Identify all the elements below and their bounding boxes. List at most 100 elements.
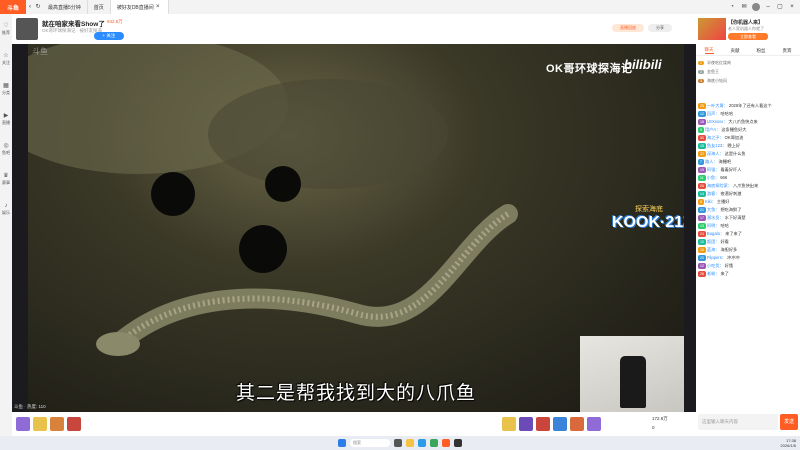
ad-image: [698, 18, 726, 40]
tab-chat[interactable]: 聊天: [704, 47, 714, 54]
chat-username[interactable]: 用户A：: [705, 127, 720, 132]
nav-match[interactable]: ♛ 赛事: [0, 164, 12, 194]
chat-text: 好看: [720, 239, 729, 244]
gift-icon[interactable]: [67, 417, 81, 431]
ad-banner[interactable]: 【你机器人来】 老人家机器人你就了 立即查看: [696, 18, 800, 44]
chat-username[interactable]: 海之子：: [707, 135, 724, 140]
app-icon[interactable]: [454, 439, 462, 447]
stream-header: 就在咱家来看Show了 942.8万 OK哥环球探海记 · 被好友探海 + 关注…: [12, 14, 696, 44]
chat-text: 这是什么鱼: [724, 151, 746, 156]
category-icon: ▦: [3, 83, 9, 89]
chat-username[interactable]: 阿强：: [707, 167, 720, 172]
tab-vip[interactable]: 贵宾: [783, 48, 792, 54]
chat-username[interactable]: 鱼友123：: [707, 143, 727, 148]
chat-username[interactable]: 蓝海：: [707, 247, 720, 252]
nav-live[interactable]: ▶ 直播: [0, 104, 12, 134]
gift-icon[interactable]: [536, 417, 550, 431]
chat-message: 7 路人：海鳗吧: [696, 158, 800, 166]
gift-icon[interactable]: [587, 417, 601, 431]
chat-text: 水下好清楚: [724, 215, 746, 220]
gift-icon[interactable]: [502, 417, 516, 431]
chat-username[interactable]: LEXxxxx：: [707, 119, 727, 124]
chat-username[interactable]: 阿明：: [707, 223, 720, 228]
nav-ent[interactable]: ♪ 娱乐: [0, 194, 12, 224]
minimize-icon[interactable]: –: [764, 3, 772, 11]
send-button[interactable]: 发送: [780, 414, 798, 430]
rank-row[interactable]: 2 金鱼王: [698, 67, 798, 76]
level-badge: 13: [698, 223, 706, 229]
chat-username[interactable]: 一叶大哥：: [707, 103, 728, 108]
level-badge: 12: [698, 263, 706, 269]
gift-icon[interactable]: [570, 417, 584, 431]
chat-text: 哈哈哈: [720, 111, 734, 116]
gift-icon[interactable]: [33, 417, 47, 431]
left-nav: ♡ 推荐 ☆ 关注 ▦ 分类 ▶ 直播 ◎ 鱼吧 ♛ 赛事 ♪ 娱乐: [0, 14, 12, 436]
close-window-icon[interactable]: ×: [788, 3, 796, 11]
level-badge: 9: [698, 127, 704, 133]
follow-button[interactable]: + 关注: [94, 32, 124, 40]
nav-yuba[interactable]: ◎ 鱼吧: [0, 134, 12, 164]
gift-icon[interactable]: [50, 417, 64, 431]
clock[interactable]: 17:38 2026/1/6: [780, 438, 796, 448]
nav-category[interactable]: ▦ 分类: [0, 74, 12, 104]
chat-message: 20 Flippers：冲冲冲: [696, 254, 800, 262]
taskbar: 搜索 17:38 2026/1/6: [0, 436, 800, 450]
chat-username[interactable]: 潜水员：: [707, 215, 724, 220]
back-icon[interactable]: ‹: [26, 3, 34, 11]
start-icon[interactable]: [338, 439, 346, 447]
stream-title: 就在咱家来看Show了: [42, 21, 105, 28]
streamer-avatar[interactable]: [16, 18, 38, 40]
chat-username[interactable]: 海底探险家：: [707, 183, 732, 188]
chat-username[interactable]: 游客：: [707, 191, 720, 196]
refresh-icon[interactable]: ↻: [34, 3, 42, 11]
level-badge: 18: [698, 119, 706, 125]
browser-icon[interactable]: [418, 439, 426, 447]
chat-message: 22 深海人：这是什么鱼: [696, 150, 800, 158]
taskbar-search[interactable]: 搜索: [350, 439, 390, 447]
gift-icon[interactable]: [553, 417, 567, 431]
nav-recommend[interactable]: ♡ 推荐: [0, 14, 12, 44]
chat-username[interactable]: 深海人：: [707, 151, 724, 156]
chat-username[interactable]: 大鱼：: [707, 207, 720, 212]
level-badge: 17: [698, 215, 706, 221]
user-avatar-icon[interactable]: [752, 3, 760, 11]
explorer-icon[interactable]: [406, 439, 414, 447]
chat-input[interactable]: 这里输入聊天内容: [698, 414, 778, 430]
chat-username[interactable]: 老粉：: [707, 271, 720, 276]
gift-icon[interactable]: [519, 417, 533, 431]
channel-watermark: OK哥环球探海记: [546, 63, 633, 75]
corner-logo: 斗鱼: [32, 47, 48, 56]
rank-row[interactable]: 3 海底小钻风: [698, 76, 798, 85]
chat-username[interactable]: Flippers：: [707, 255, 726, 260]
message-icon[interactable]: ✉: [740, 3, 748, 11]
nav-follow[interactable]: ☆ 关注: [0, 44, 12, 74]
chat-username[interactable]: Bugalo：: [707, 231, 724, 236]
ad-button[interactable]: 立即查看: [728, 33, 768, 40]
tab-3-active[interactable]: 被好友DB直播间 ×: [110, 0, 169, 14]
chat-username[interactable]: 路人：: [705, 159, 718, 164]
taskview-icon[interactable]: [394, 439, 402, 447]
replay-button[interactable]: 直播回放: [612, 24, 644, 32]
chat-username[interactable]: Kiki：: [705, 199, 716, 204]
chat-message: 18 LEXxxxx：大八爪鱼快点来: [696, 118, 800, 126]
chat-username[interactable]: 小鱼：: [707, 175, 720, 180]
tab-1[interactable]: 最高直播5分钟: [42, 0, 88, 14]
bell-icon[interactable]: ◔: [728, 3, 736, 11]
chat-message: 13 阿明：哈哈: [696, 222, 800, 230]
chat-username[interactable]: 小吃货：: [707, 263, 724, 268]
chat-text: 2026年了还有人看这个: [728, 103, 772, 108]
rank-row[interactable]: 1 半夜吃红烧肉: [698, 58, 798, 67]
video-player[interactable]: 斗鱼 OK哥环球探海记 bilibili 探索海底 KOOK·212 其二是帮我…: [28, 44, 684, 412]
share-button[interactable]: 分享: [648, 24, 672, 32]
tab-contrib[interactable]: 贡献: [731, 48, 740, 54]
close-tab-icon[interactable]: ×: [154, 3, 162, 11]
chat-username[interactable]: 回声：: [707, 111, 720, 116]
tab-2[interactable]: 首页: [88, 0, 111, 14]
gift-icon[interactable]: [16, 417, 30, 431]
app-icon[interactable]: [442, 439, 450, 447]
chat-message: 14 游客：夜潜好刺激: [696, 190, 800, 198]
chrome-icon[interactable]: [430, 439, 438, 447]
maximize-icon[interactable]: ▢: [776, 3, 784, 11]
tab-fans[interactable]: 粉丝: [757, 48, 766, 54]
chat-username[interactable]: 饭团：: [707, 239, 720, 244]
